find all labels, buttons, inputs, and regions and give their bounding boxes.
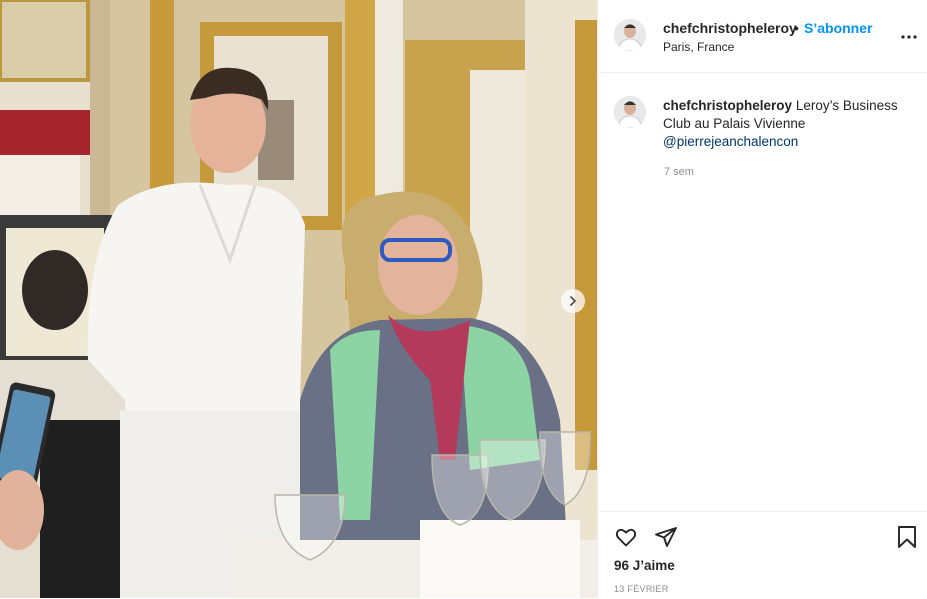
post-actions: 96 J’aime 13 FÉVRIER bbox=[598, 511, 927, 599]
heart-icon[interactable] bbox=[614, 525, 638, 549]
post-caption: chefchristopheleroy Leroy’s Business Clu… bbox=[663, 97, 913, 151]
more-horizontal-icon[interactable] bbox=[900, 28, 918, 46]
bookmark-icon[interactable] bbox=[895, 525, 919, 549]
chevron-right-icon bbox=[570, 296, 576, 306]
avatar[interactable] bbox=[614, 19, 646, 51]
post-username[interactable]: chefchristopheleroy bbox=[663, 20, 797, 36]
separator-dot: • bbox=[794, 20, 799, 36]
post-header: chefchristopheleroy • S’abonner Paris, F… bbox=[598, 0, 927, 73]
share-icon[interactable] bbox=[654, 525, 678, 549]
post-photo[interactable] bbox=[0, 0, 597, 598]
next-photo-button[interactable] bbox=[561, 289, 585, 313]
caption-username[interactable]: chefchristopheleroy bbox=[663, 98, 792, 113]
post-side-panel: chefchristopheleroy • S’abonner Paris, F… bbox=[597, 0, 927, 598]
caption-mention-link[interactable]: @pierrejeanchalencon bbox=[663, 133, 913, 151]
follow-button[interactable]: S’abonner bbox=[804, 20, 872, 36]
likes-count[interactable]: 96 J’aime bbox=[614, 558, 675, 573]
post-date: 13 FÉVRIER bbox=[614, 584, 669, 594]
caption-time[interactable]: 7 sem bbox=[664, 166, 694, 178]
caption-avatar[interactable] bbox=[614, 96, 646, 128]
post-location[interactable]: Paris, France bbox=[663, 40, 734, 54]
